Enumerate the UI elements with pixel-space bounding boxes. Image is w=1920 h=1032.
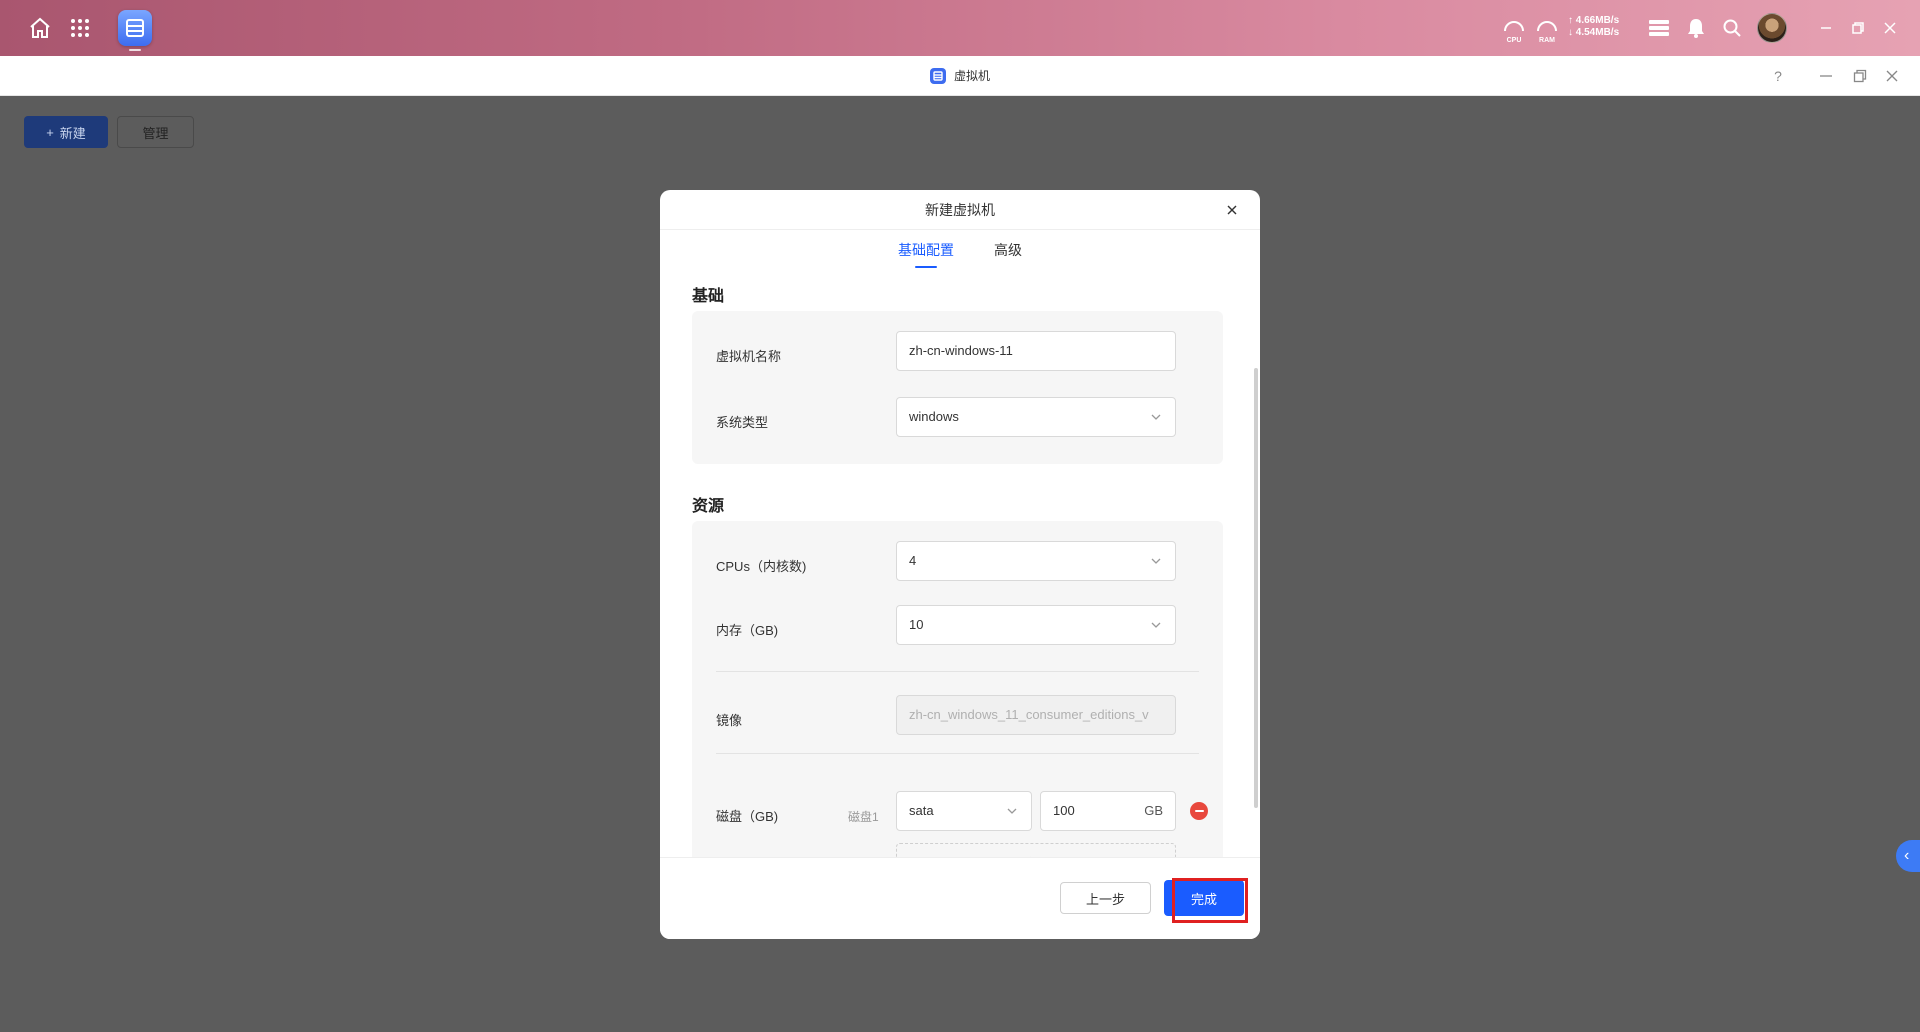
memory-value: 10 <box>909 617 924 632</box>
new-vm-button[interactable]: + 新建 <box>24 116 108 148</box>
side-panel-toggle[interactable]: ‹ <box>1896 840 1920 872</box>
chevron-down-icon <box>1151 558 1161 564</box>
memory-select[interactable]: 10 <box>896 605 1176 645</box>
vm-app-taskbar-icon[interactable] <box>118 10 152 46</box>
finish-button[interactable]: 完成 <box>1164 880 1244 916</box>
disk-label: 磁盘（GB) <box>716 809 779 824</box>
chevron-left-icon: ‹ <box>1904 847 1910 864</box>
cpu-value: 4 <box>909 553 917 568</box>
remove-disk-icon[interactable] <box>1190 802 1208 820</box>
section-basic-title: 基础 <box>692 288 725 305</box>
vm-app-icon <box>930 67 946 84</box>
image-label: 镜像 <box>716 713 743 728</box>
search-icon[interactable] <box>1718 14 1746 42</box>
os-type-value: windows <box>909 409 959 424</box>
close-icon[interactable] <box>1876 14 1904 42</box>
manage-button[interactable]: 管理 <box>117 116 194 148</box>
os-type-label: 系统类型 <box>716 415 769 430</box>
disk-unit: GB <box>1144 803 1163 818</box>
active-app-indicator <box>129 49 141 51</box>
divider <box>716 671 1199 672</box>
tab-basic-config[interactable]: 基础配置 <box>898 230 954 272</box>
cpu-gauge-label: CPU <box>1506 37 1522 44</box>
dialog-header: 新建虚拟机 <box>660 190 1260 230</box>
resources-card: CPUs（内核数) 4 内存（GB) 10 镜像 zh-cn_windows_1… <box>692 521 1223 857</box>
window-restore-icon[interactable] <box>1850 66 1870 86</box>
app-window-titlebar: 虚拟机 ? <box>0 56 1920 96</box>
ram-gauge-icon[interactable]: RAM <box>1535 15 1559 44</box>
cpu-label: CPUs（内核数) <box>716 559 807 574</box>
divider <box>716 753 1199 754</box>
disk-type-value: sata <box>909 803 934 818</box>
add-disk-button[interactable]: + 添加 <box>896 843 1176 857</box>
window-title-text: 虚拟机 <box>954 69 991 83</box>
chevron-down-icon <box>1151 414 1161 420</box>
system-top-bar: CPU RAM ↑ 4.66MB/s ↓ 4.54MB/s <box>0 0 1920 56</box>
chevron-down-icon <box>1151 622 1161 628</box>
download-speed: ↓ 4.54MB/s <box>1568 27 1620 38</box>
window-close-icon[interactable] <box>1882 66 1902 86</box>
disk-size-input[interactable]: 100 GB <box>1040 791 1176 831</box>
dialog-tabs: 基础配置 高级 <box>660 230 1260 272</box>
section-resources-title: 资源 <box>692 498 725 515</box>
cpu-gauge-icon[interactable]: CPU <box>1502 15 1526 44</box>
vm-name-label: 虚拟机名称 <box>716 349 782 364</box>
dialog-scrollbar[interactable] <box>1254 368 1258 808</box>
disk-size-value: 100 <box>1053 803 1075 818</box>
memory-label: 内存（GB) <box>716 623 779 638</box>
new-vm-dialog: 新建虚拟机 基础配置 高级 基础 虚拟机名称 zh-cn-windows-11 … <box>660 190 1260 939</box>
restore-icon[interactable] <box>1844 14 1872 42</box>
window-title: 虚拟机 <box>930 67 990 84</box>
new-vm-label: 新建 <box>59 125 86 141</box>
previous-step-button[interactable]: 上一步 <box>1060 882 1151 914</box>
vm-name-input[interactable]: zh-cn-windows-11 <box>896 331 1176 371</box>
tab-advanced[interactable]: 高级 <box>994 230 1022 272</box>
dialog-title: 新建虚拟机 <box>925 202 995 218</box>
window-minimize-icon[interactable] <box>1816 66 1836 86</box>
dialog-footer: 上一步 完成 <box>660 857 1260 939</box>
minimize-icon[interactable] <box>1812 14 1840 42</box>
disk-1-label: 磁盘1 <box>848 810 879 824</box>
cpu-select[interactable]: 4 <box>896 541 1176 581</box>
image-input: zh-cn_windows_11_consumer_editions_v <box>896 695 1176 735</box>
ram-gauge-label: RAM <box>1539 37 1555 44</box>
dialog-close-icon[interactable] <box>1222 200 1242 220</box>
os-type-select[interactable]: windows <box>896 397 1176 437</box>
plus-icon: + <box>46 124 54 140</box>
network-speed[interactable]: ↑ 4.66MB/s ↓ 4.54MB/s <box>1568 15 1619 39</box>
bell-icon[interactable] <box>1682 14 1710 42</box>
help-icon[interactable]: ? <box>1768 66 1788 86</box>
basic-card: 虚拟机名称 zh-cn-windows-11 系统类型 windows <box>692 311 1223 464</box>
home-icon[interactable] <box>26 14 54 42</box>
upload-speed: ↑ 4.66MB/s <box>1568 15 1620 26</box>
apps-grid-icon[interactable] <box>66 14 94 42</box>
dialog-body[interactable]: 基础 虚拟机名称 zh-cn-windows-11 系统类型 windows 资… <box>660 272 1260 857</box>
chevron-down-icon <box>1007 808 1017 814</box>
disk-type-select[interactable]: sata <box>896 791 1032 831</box>
task-list-icon[interactable] <box>1645 14 1673 42</box>
user-avatar[interactable] <box>1757 13 1787 43</box>
